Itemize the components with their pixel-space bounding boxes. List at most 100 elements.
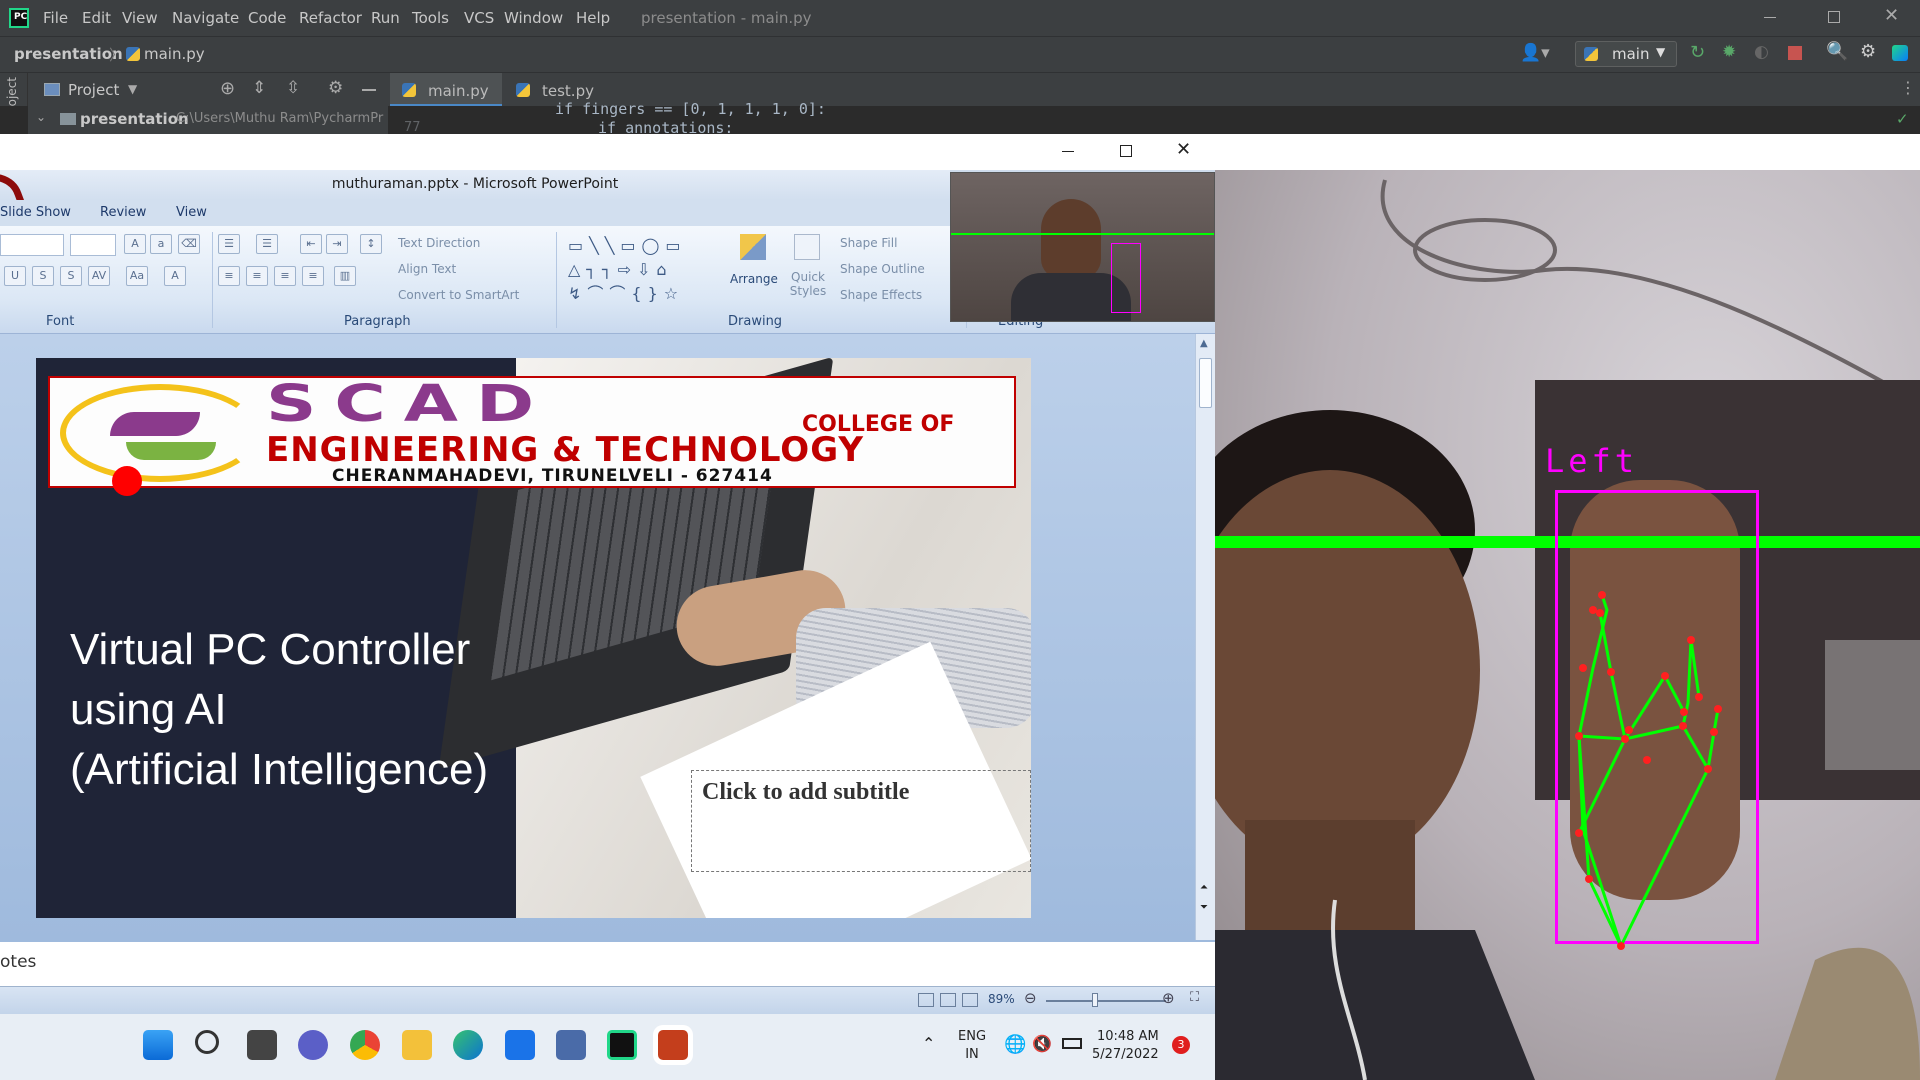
toolbox-icon[interactable]: [1892, 45, 1908, 61]
bullets-icon[interactable]: ☰: [218, 234, 240, 254]
close-icon[interactable]: ✕: [1884, 5, 1899, 26]
slide-title[interactable]: Virtual PC Controller using AI (Artifici…: [70, 620, 488, 800]
windows-start-icon[interactable]: [143, 1030, 173, 1060]
pycharm-taskbar-icon[interactable]: [607, 1030, 637, 1060]
menu-run[interactable]: Run: [371, 9, 400, 27]
search-icon[interactable]: [195, 1030, 219, 1054]
chrome-icon[interactable]: [350, 1030, 380, 1060]
notification-badge[interactable]: 3: [1172, 1036, 1190, 1054]
more-icon[interactable]: ⋮: [1900, 78, 1916, 97]
app-icon[interactable]: [556, 1030, 586, 1060]
zoom-slider[interactable]: [1046, 1000, 1166, 1002]
expand-all-icon[interactable]: ⇕: [252, 78, 266, 98]
align-right-icon[interactable]: ≡: [274, 266, 296, 286]
file-explorer-icon[interactable]: [402, 1030, 432, 1060]
numbering-icon[interactable]: ☰: [256, 234, 278, 254]
volume-muted-icon[interactable]: 🔇: [1032, 1034, 1052, 1053]
tab-main-py[interactable]: main.py ✕: [390, 73, 502, 117]
menu-edit[interactable]: Edit: [82, 9, 111, 27]
menu-navigate[interactable]: Navigate: [172, 9, 239, 27]
teams-chat-icon[interactable]: [298, 1030, 328, 1060]
clock[interactable]: 10:48 AM 5/27/2022: [1092, 1028, 1159, 1064]
run-config-select[interactable]: main ▼: [1575, 41, 1677, 67]
underline-icon[interactable]: U: [4, 266, 26, 286]
rerun-icon[interactable]: ↻: [1690, 42, 1705, 63]
next-slide-icon[interactable]: ⏷: [1200, 902, 1208, 913]
project-panel-label[interactable]: Project: [68, 81, 119, 99]
zoom-out-icon[interactable]: ⊖: [1024, 989, 1037, 1007]
menu-help[interactable]: Help: [576, 9, 610, 27]
shadow-icon[interactable]: S: [60, 266, 82, 286]
char-spacing-icon[interactable]: AV: [88, 266, 110, 286]
decrease-indent-icon[interactable]: ⇤: [300, 234, 322, 254]
shape-outline-button[interactable]: Shape Outline: [840, 262, 925, 276]
network-icon[interactable]: 🌐: [1004, 1034, 1026, 1055]
restore-icon[interactable]: [1828, 11, 1840, 23]
breadcrumb-file[interactable]: main.py: [144, 45, 205, 63]
menu-tools[interactable]: Tools: [412, 9, 449, 27]
breadcrumb-project[interactable]: presentation: [14, 45, 123, 63]
align-center-icon[interactable]: ≡: [246, 266, 268, 286]
search-icon[interactable]: 🔍: [1826, 41, 1848, 62]
subtitle-placeholder[interactable]: Click to add subtitle: [691, 770, 1031, 872]
tab-view[interactable]: View: [176, 205, 207, 220]
scroll-thumb[interactable]: [1199, 358, 1212, 408]
debug-icon[interactable]: ✹: [1722, 42, 1736, 62]
grow-font-icon[interactable]: A: [124, 234, 146, 254]
font-size-box[interactable]: [70, 234, 116, 256]
notes-pane[interactable]: otes: [0, 940, 1215, 986]
arrange-button[interactable]: Arrange: [728, 234, 778, 306]
slideshow-view-icon[interactable]: [962, 993, 978, 1007]
mail-icon[interactable]: [505, 1030, 535, 1060]
chevron-down-icon[interactable]: ▼: [128, 82, 137, 96]
zoom-in-icon[interactable]: ⊕: [1162, 989, 1175, 1007]
columns-icon[interactable]: ▥: [334, 266, 356, 286]
font-color-icon[interactable]: A: [164, 266, 186, 286]
zoom-slider-thumb[interactable]: [1092, 993, 1098, 1007]
increase-indent-icon[interactable]: ⇥: [326, 234, 348, 254]
clear-format-icon[interactable]: ⌫: [178, 234, 200, 254]
chevron-up-icon[interactable]: ⌃: [922, 1034, 935, 1053]
locate-icon[interactable]: ⊕: [220, 78, 235, 99]
text-direction-button[interactable]: Text Direction: [398, 236, 480, 250]
menu-vcs[interactable]: VCS: [464, 9, 494, 27]
sorter-view-icon[interactable]: [940, 993, 956, 1007]
minimize-icon[interactable]: [1062, 151, 1074, 152]
gear-icon[interactable]: ⚙: [328, 78, 343, 98]
task-view-icon[interactable]: [247, 1030, 277, 1060]
stop-icon[interactable]: [1788, 46, 1802, 60]
change-case-icon[interactable]: Aa: [126, 266, 148, 286]
line-spacing-icon[interactable]: ↕: [360, 234, 382, 254]
fit-window-icon[interactable]: ⛶: [1190, 990, 1199, 1005]
menu-view[interactable]: View: [122, 9, 158, 27]
close-icon[interactable]: ✕: [1176, 139, 1191, 160]
chevron-down-icon[interactable]: ⌄: [36, 110, 46, 124]
vertical-scrollbar[interactable]: ▲ ⏶ ⏷: [1195, 334, 1215, 940]
normal-view-icon[interactable]: [918, 993, 934, 1007]
menu-window[interactable]: Window: [504, 9, 563, 27]
align-text-button[interactable]: Align Text: [398, 262, 456, 276]
menu-file[interactable]: File: [43, 9, 68, 27]
hide-icon[interactable]: [362, 89, 376, 91]
smartart-button[interactable]: Convert to SmartArt: [398, 288, 519, 302]
collapse-all-icon[interactable]: ⇳: [286, 78, 300, 98]
minimize-icon[interactable]: [1764, 17, 1776, 18]
slide[interactable]: SCAD COLLEGE OF ENGINEERING & TECHNOLOGY…: [36, 358, 1031, 918]
font-name-box[interactable]: [0, 234, 64, 256]
coverage-icon[interactable]: ◐: [1754, 42, 1769, 62]
shape-effects-button[interactable]: Shape Effects: [840, 288, 922, 302]
powerpoint-taskbar-icon[interactable]: [658, 1030, 688, 1060]
align-left-icon[interactable]: ≡: [218, 266, 240, 286]
tab-slide-show[interactable]: Slide Show: [0, 205, 71, 220]
strikethrough-icon[interactable]: S: [32, 266, 54, 286]
shapes-gallery[interactable]: ▭╲╲▭◯▭ △┐┐⇨⇩⌂ ↯⌒⌒{}☆: [568, 234, 718, 306]
maximize-icon[interactable]: [1120, 145, 1132, 157]
scroll-up-icon[interactable]: ▲: [1200, 338, 1208, 349]
user-icon[interactable]: 👤▾: [1520, 43, 1550, 63]
tab-review[interactable]: Review: [100, 205, 146, 220]
justify-icon[interactable]: ≡: [302, 266, 324, 286]
prev-slide-icon[interactable]: ⏶: [1200, 882, 1208, 893]
gear-icon[interactable]: ⚙: [1860, 41, 1876, 62]
language-indicator[interactable]: ENG IN: [958, 1028, 986, 1064]
zoom-level[interactable]: 89%: [988, 992, 1015, 1006]
